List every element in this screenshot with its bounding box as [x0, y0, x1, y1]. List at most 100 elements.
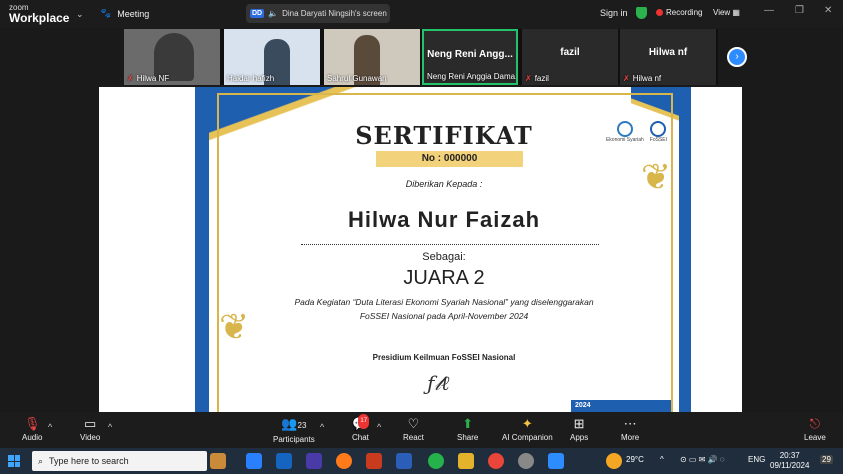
share-button[interactable]: ⬆ Share	[457, 416, 478, 442]
award-rank: JUARA 2	[403, 267, 485, 289]
chevron-up-icon[interactable]: ^	[108, 422, 112, 432]
video-label: Video	[80, 433, 101, 442]
participant-tile-active[interactable]: Neng Reni Angg... Neng Reni Anggia Dama.…	[422, 29, 518, 85]
close-icon[interactable]: ✕	[824, 5, 832, 16]
notification-badge[interactable]: 29	[820, 455, 833, 464]
powerpoint-icon[interactable]	[366, 453, 382, 469]
participant-tile[interactable]: Hilwa nf ✗ Hilwa nf	[620, 29, 716, 85]
view-label: View	[713, 8, 731, 17]
language-indicator[interactable]: ENG	[748, 455, 765, 464]
given-to-label: Diberikan Kepada :	[405, 179, 483, 189]
react-button[interactable]: ♡ React	[403, 416, 424, 442]
participant-tile[interactable]: Sahrul Gunawan	[324, 29, 420, 85]
apps-button[interactable]: ⊞ Apps	[570, 416, 588, 442]
heart-icon: ♡	[407, 416, 420, 431]
weather-icon[interactable]	[606, 453, 622, 469]
chevron-up-icon[interactable]: ^	[320, 422, 324, 432]
chrome-icon[interactable]	[488, 453, 504, 469]
paw-icon: 🐾	[100, 8, 112, 18]
sharer-avatar: DD	[250, 9, 265, 18]
minimize-icon[interactable]: —	[764, 5, 774, 16]
certificate-description: Pada Kegiatan “Duta Literasi Ekonomi Sya…	[249, 295, 639, 323]
chat-badge: 17	[358, 414, 370, 429]
apps-icon: ⊞	[573, 416, 585, 431]
participant-tile[interactable]: Haidar hafizh	[224, 29, 320, 85]
meeting-toolbar: 🎙 Audio ^ ▭ Video ^ 👥23 Participants ^ 💬17 C…	[0, 412, 843, 448]
chat-button[interactable]: 💬17 Chat	[352, 414, 370, 442]
tray-chevron-icon[interactable]: ^	[660, 455, 664, 464]
more-button[interactable]: ⋯ More	[621, 416, 639, 442]
participants-button[interactable]: 👥23 Participants	[273, 416, 315, 444]
restore-icon[interactable]: ❐	[795, 5, 804, 16]
muted-mic-icon: ✗	[525, 74, 532, 83]
next-page-button[interactable]: ›	[727, 47, 747, 67]
chevron-down-icon[interactable]: ⌄	[76, 9, 84, 20]
shared-screen: ❦ ❦ Ekonomi Syariah FoSSEI SERTIFIKAT No…	[99, 87, 742, 412]
search-placeholder: Type here to search	[49, 456, 129, 466]
leave-label: Leave	[804, 433, 826, 442]
participant-name: Hilwa nf	[632, 74, 662, 83]
screen-share-indicator[interactable]: DD 🔈 Dina Daryati Ningsih's screen ⋯	[246, 4, 390, 23]
meeting-label: Meeting	[117, 8, 150, 19]
participants-label: Participants	[273, 435, 315, 444]
participant-name: fazil	[534, 74, 549, 83]
chevron-up-icon[interactable]: ^	[377, 422, 381, 432]
app-icon[interactable]	[306, 453, 322, 469]
video-button[interactable]: ▭ Video	[80, 416, 100, 442]
participant-name-row: Neng Reni Anggia Dama...	[427, 72, 518, 81]
edge-icon[interactable]	[246, 453, 262, 469]
participants-count: 23	[297, 421, 307, 430]
meeting-menu[interactable]: 🐾 Meeting	[100, 8, 149, 19]
clock[interactable]: 20:37 09/11/2024	[770, 451, 809, 471]
outlook-icon[interactable]	[276, 453, 292, 469]
certificate-number: No : 000000	[376, 151, 523, 167]
floral-ornament-icon: ❦	[219, 306, 250, 347]
windows-start-icon[interactable]	[8, 455, 20, 467]
sparkle-icon: ✦	[521, 416, 533, 431]
word-icon[interactable]	[396, 453, 412, 469]
sign-in-link[interactable]: Sign in	[600, 8, 628, 18]
leave-button[interactable]: ⎋ Leave	[804, 416, 826, 442]
chevron-up-icon[interactable]: ^	[48, 422, 52, 432]
temperature-label: 29°C	[626, 455, 644, 464]
app-icon[interactable]	[518, 453, 534, 469]
ai-companion-button[interactable]: ✦ AI Companion	[502, 416, 553, 442]
muted-mic-icon: ✗	[623, 74, 630, 83]
brand-name: Workplace	[9, 11, 70, 25]
recording-indicator[interactable]: Recording	[656, 8, 702, 17]
chat-icon: 💬17	[352, 414, 370, 431]
participant-strip: ✗ Hilwa NF Haidar hafizh Sahrul Gunawan N…	[124, 29, 718, 85]
description-line: Pada Kegiatan “Duta Literasi Ekonomi Sya…	[294, 297, 594, 307]
participant-tile[interactable]: fazil ✗ fazil	[522, 29, 618, 85]
audio-button[interactable]: 🎙 Audio	[22, 416, 42, 442]
participant-name: Neng Reni Anggia Dama...	[427, 72, 518, 81]
audio-label: Audio	[22, 433, 43, 442]
zoom-icon[interactable]	[548, 453, 564, 469]
participant-name: Sahrul Gunawan	[327, 74, 387, 83]
shield-icon[interactable]	[636, 7, 647, 19]
chevron-right-icon: ›	[735, 51, 739, 62]
windows-taskbar: ⌕ Type here to search 29°C ^ ⊙ ▭ ✉ 🔊 ◌ E…	[0, 448, 843, 474]
participant-name-row: ✗ Hilwa nf	[623, 74, 661, 83]
file-explorer-icon[interactable]	[458, 453, 474, 469]
recording-label: Recording	[666, 8, 703, 17]
presidium-label: Presidium Keilmuan FoSSEI Nasional	[372, 353, 516, 362]
tray-status-icons[interactable]: ⊙ ▭ ✉ 🔊 ◌	[680, 455, 725, 464]
news-widget-icon[interactable]	[210, 453, 226, 469]
recording-dot-icon	[656, 9, 663, 16]
year-badge: 2024	[571, 400, 671, 412]
firefox-icon[interactable]	[336, 453, 352, 469]
participant-name: Hilwa NF	[136, 74, 170, 83]
react-label: React	[403, 433, 424, 442]
muted-mic-icon: 🎙	[23, 416, 41, 431]
participant-name-row: Sahrul Gunawan	[327, 74, 387, 83]
participant-tile[interactable]: ✗ Hilwa NF	[124, 29, 220, 85]
view-menu[interactable]: View ▦	[713, 8, 740, 17]
share-screen-icon: ⬆	[462, 416, 474, 431]
search-icon: ⌕	[38, 455, 44, 466]
taskbar-search[interactable]: ⌕ Type here to search	[32, 451, 207, 471]
as-label: Sebagai:	[422, 251, 466, 263]
certificate: ❦ ❦ Ekonomi Syariah FoSSEI SERTIFIKAT No…	[195, 87, 691, 412]
whatsapp-icon[interactable]	[428, 453, 444, 469]
signature: ƒ𝓁ℓ	[427, 371, 450, 395]
